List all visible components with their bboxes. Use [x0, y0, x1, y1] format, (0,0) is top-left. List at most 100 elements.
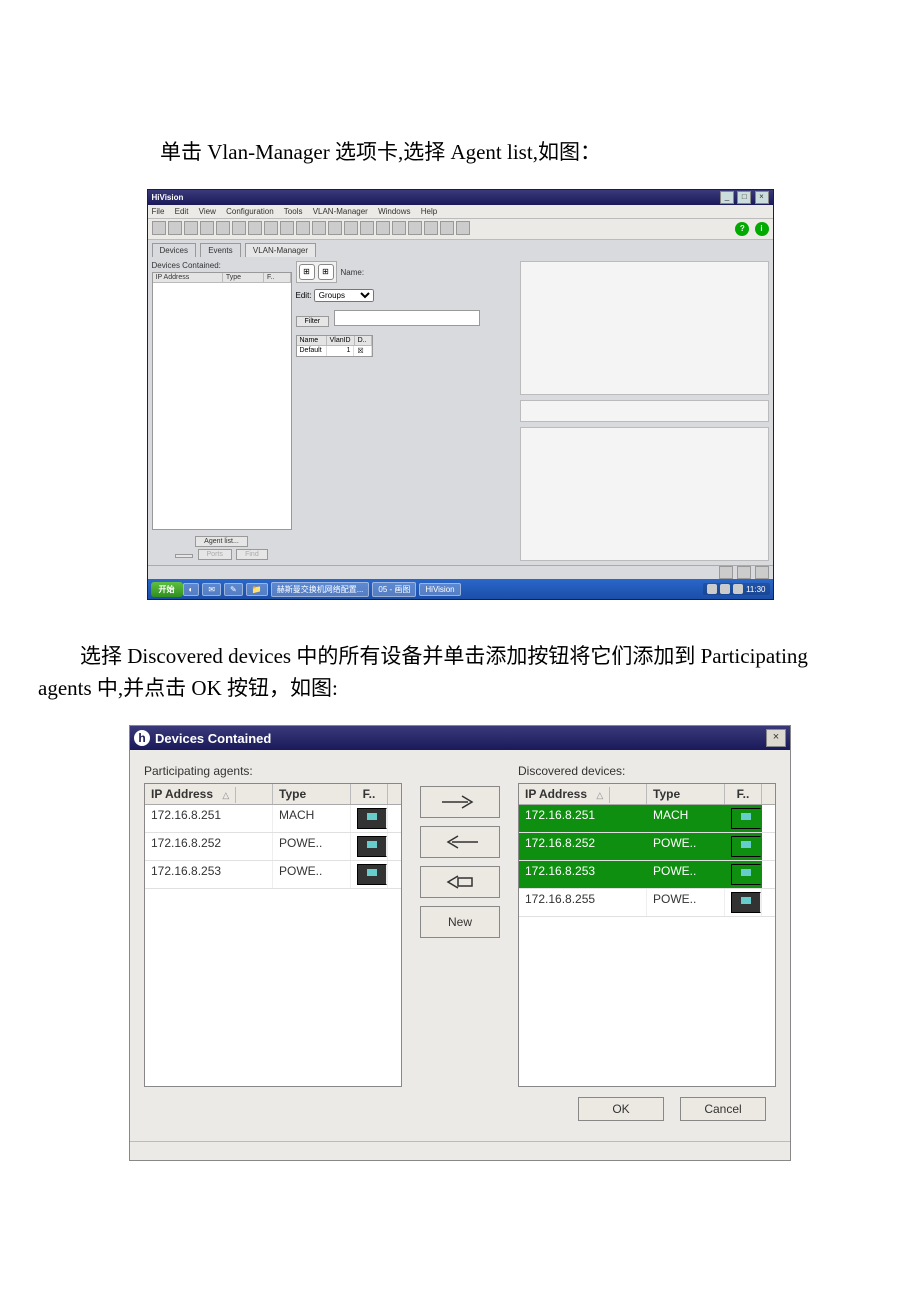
- filter-button[interactable]: Filter: [296, 316, 330, 327]
- menu-configuration[interactable]: Configuration: [226, 207, 274, 216]
- add-all-button[interactable]: [420, 866, 500, 898]
- col-ip[interactable]: IP Address △: [519, 784, 647, 804]
- toolbar-icon[interactable]: [152, 221, 166, 235]
- tab-vlan-manager[interactable]: VLAN-Manager: [245, 243, 316, 257]
- toolbar-icon[interactable]: [264, 221, 278, 235]
- toolbar-icon[interactable]: [200, 221, 214, 235]
- ok-button[interactable]: OK: [578, 1097, 664, 1121]
- table-row[interactable]: 172.16.8.253POWE..: [519, 861, 775, 889]
- table-row[interactable]: 172.16.8.252POWE..: [519, 833, 775, 861]
- table-row[interactable]: 172.16.8.251MACH: [145, 805, 401, 833]
- tray-icon[interactable]: [707, 584, 717, 594]
- cell-ip: 172.16.8.253: [519, 861, 647, 888]
- taskbar-item[interactable]: HiVision: [419, 583, 460, 596]
- toolbar-icon[interactable]: [232, 221, 246, 235]
- menu-tools[interactable]: Tools: [284, 207, 303, 216]
- menu-vlan-manager[interactable]: VLAN-Manager: [313, 207, 368, 216]
- col-type[interactable]: Type: [273, 784, 351, 804]
- toolbar-icon[interactable]: [392, 221, 406, 235]
- col-ip[interactable]: IP Address △: [145, 784, 273, 804]
- device-icon: [731, 836, 761, 857]
- add-button[interactable]: [420, 826, 500, 858]
- agent-list-button[interactable]: Agent list...: [195, 536, 248, 547]
- col-f[interactable]: F..: [351, 784, 388, 804]
- toolbar-icon[interactable]: [248, 221, 262, 235]
- toolbar-icon[interactable]: [408, 221, 422, 235]
- col-vlanid[interactable]: VlanID: [327, 336, 355, 345]
- maximize-icon[interactable]: □: [737, 191, 751, 204]
- transfer-buttons: New: [415, 764, 505, 1087]
- toolbar-icons: [152, 221, 472, 237]
- tray-clock: 11:30: [746, 585, 765, 594]
- toolbar-icon[interactable]: [344, 221, 358, 235]
- toolbar-icon[interactable]: [184, 221, 198, 235]
- taskbar-item[interactable]: 05 - 画图: [372, 582, 416, 597]
- taskbar-item[interactable]: 赫斯曼交换机网络配置...: [271, 582, 370, 597]
- menu-edit[interactable]: Edit: [175, 207, 189, 216]
- table-row[interactable]: 172.16.8.251MACH: [519, 805, 775, 833]
- mode-icon[interactable]: ⊞: [318, 264, 334, 280]
- start-button[interactable]: 开始: [151, 582, 183, 597]
- status-icon: [755, 566, 769, 579]
- toolbar-icon[interactable]: [168, 221, 182, 235]
- col-d[interactable]: D..: [355, 336, 372, 345]
- menu-help[interactable]: Help: [421, 207, 437, 216]
- col-type[interactable]: Type: [647, 784, 725, 804]
- participating-agents-panel: Participating agents: IP Address △ Type …: [144, 764, 402, 1087]
- toolbar-icon[interactable]: [328, 221, 342, 235]
- toolbar-icon[interactable]: [216, 221, 230, 235]
- toolbar-icon[interactable]: [424, 221, 438, 235]
- menu-windows[interactable]: Windows: [378, 207, 410, 216]
- devices-table[interactable]: IP Address Type F..: [152, 272, 292, 530]
- toolbar-icon[interactable]: [376, 221, 390, 235]
- toolbar-icon[interactable]: [456, 221, 470, 235]
- table-row[interactable]: 172.16.8.252POWE..: [145, 833, 401, 861]
- close-icon[interactable]: ×: [766, 729, 786, 747]
- toolbar-icon[interactable]: [280, 221, 294, 235]
- quicklaunch-icon[interactable]: ✉: [202, 583, 221, 596]
- participating-table[interactable]: IP Address △ Type F.. 172.16.8.251MACH17…: [144, 783, 402, 1087]
- discovered-table[interactable]: IP Address △ Type F.. 172.16.8.251MACH17…: [518, 783, 776, 1087]
- col-ip[interactable]: IP Address: [153, 273, 223, 282]
- help-icon[interactable]: ?: [735, 222, 749, 236]
- cell-icon: [725, 861, 762, 888]
- toolbar-icon[interactable]: [296, 221, 310, 235]
- minimize-icon[interactable]: _: [720, 191, 734, 204]
- col-type[interactable]: Type: [223, 273, 264, 282]
- cancel-button[interactable]: Cancel: [680, 1097, 766, 1121]
- quicklaunch-icon[interactable]: 📁: [246, 583, 268, 596]
- table-row[interactable]: 172.16.8.255POWE..: [519, 889, 775, 917]
- discovered-label: Discovered devices:: [518, 764, 776, 778]
- device-icon: [731, 864, 761, 885]
- mode-icons: ⊞ ⊞: [296, 261, 337, 283]
- vlan-table[interactable]: Name VlanID D.. Default 1 ☒: [296, 335, 373, 357]
- new-button[interactable]: New: [420, 906, 500, 938]
- tray-icon[interactable]: [720, 584, 730, 594]
- toolbar-icon[interactable]: [440, 221, 454, 235]
- menu-file[interactable]: File: [152, 207, 165, 216]
- info-icon[interactable]: i: [755, 222, 769, 236]
- cell-icon: [351, 833, 388, 860]
- toolbar-help: ? i: [732, 222, 768, 236]
- col-f[interactable]: F..: [264, 273, 291, 282]
- remove-button[interactable]: [420, 786, 500, 818]
- col-f[interactable]: F..: [725, 784, 762, 804]
- filter-input[interactable]: [334, 310, 480, 326]
- quicklaunch-icon[interactable]: ◐: [183, 583, 200, 596]
- tab-events[interactable]: Events: [200, 243, 240, 257]
- toolbar-icon[interactable]: [360, 221, 374, 235]
- edit-select[interactable]: Groups: [314, 289, 374, 302]
- tray-icon[interactable]: [733, 584, 743, 594]
- device-icon: [357, 808, 387, 829]
- cell-icon: [351, 861, 388, 888]
- table-row[interactable]: 172.16.8.253POWE..: [145, 861, 401, 889]
- quicklaunch-icon[interactable]: ✎: [224, 583, 243, 596]
- menu-view[interactable]: View: [199, 207, 216, 216]
- close-icon[interactable]: ×: [755, 191, 769, 204]
- table-row[interactable]: Default 1 ☒: [297, 346, 372, 356]
- mode-icon[interactable]: ⊞: [299, 264, 315, 280]
- toolbar-icon[interactable]: [312, 221, 326, 235]
- cell: 1: [327, 346, 354, 356]
- col-name[interactable]: Name: [297, 336, 327, 345]
- tab-devices[interactable]: Devices: [152, 243, 196, 257]
